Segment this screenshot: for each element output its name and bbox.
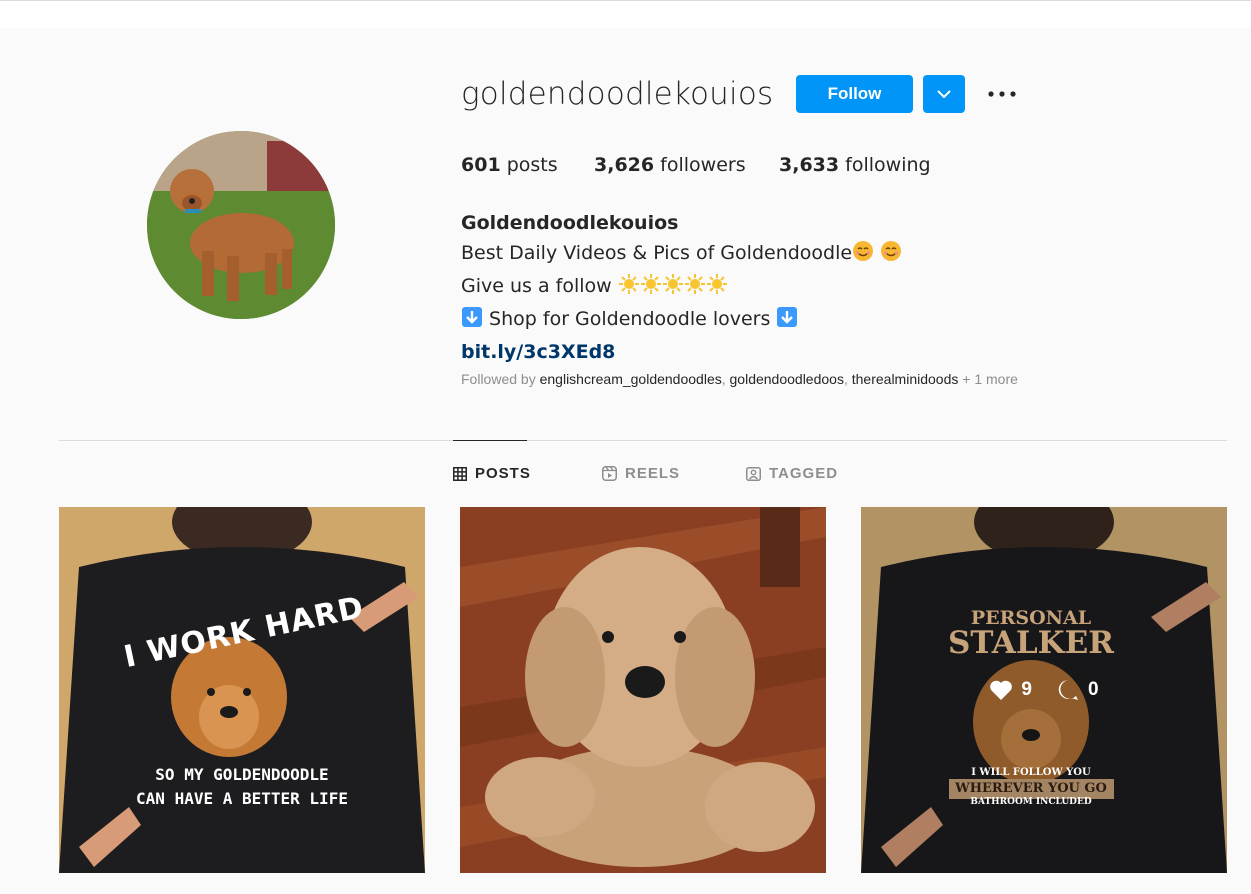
reels-icon <box>602 466 617 481</box>
grid-icon <box>453 466 467 481</box>
followed-by-account[interactable]: goldendoodledoos <box>730 371 844 387</box>
more-icon <box>988 91 1016 97</box>
follow-button[interactable]: Follow <box>796 75 913 113</box>
shirt-text: I WORK HARD <box>120 589 368 676</box>
post-tile[interactable] <box>460 507 826 873</box>
smiling-face-icon <box>852 240 874 271</box>
posts-count: 601 <box>461 154 501 176</box>
sun-icon <box>618 273 728 304</box>
shirt-text: SO MY GOLDENDOODLE <box>155 765 329 784</box>
display-name: Goldendoodlekouios <box>461 212 679 234</box>
likes-count: 9 <box>989 679 1032 701</box>
smiling-face-icon <box>880 240 902 271</box>
tab-tagged[interactable]: TAGGED <box>746 465 838 482</box>
tab-posts[interactable]: POSTS <box>453 465 531 482</box>
comment-icon <box>1058 680 1078 700</box>
tab-reels[interactable]: REELS <box>602 465 680 482</box>
post-tile[interactable]: PERSONAL STALKER I WILL FOLLOW YOU WHERE… <box>861 507 1227 873</box>
followers-stat[interactable]: 3,626 followers <box>594 154 779 176</box>
top-bar <box>0 0 1251 28</box>
active-tab-indicator <box>453 440 527 441</box>
suggested-dropdown-button[interactable] <box>923 75 965 113</box>
profile-bio: Goldendoodlekouios Best Daily Videos & P… <box>461 208 902 367</box>
profile-link[interactable]: bit.ly/3c3XEd8 <box>461 337 902 367</box>
bio-line-3: Shop for Goldendoodle lovers <box>461 304 902 337</box>
posts-stat: 601 posts <box>461 154 594 176</box>
profile-avatar[interactable] <box>147 131 335 319</box>
bio-line-2: Give us a follow <box>461 271 902 304</box>
post-hover-overlay[interactable]: 9 0 <box>861 507 1227 873</box>
followers-label: followers <box>660 154 746 176</box>
tabs-divider <box>59 440 1227 441</box>
down-arrow-icon <box>776 306 798 337</box>
followed-by[interactable]: Followed by englishcream_goldendoodles, … <box>461 371 1018 387</box>
following-stat[interactable]: 3,633 following <box>779 154 931 176</box>
down-arrow-icon <box>461 306 483 337</box>
more-options-button[interactable] <box>985 82 1019 106</box>
followed-by-account[interactable]: englishcream_goldendoodles <box>540 371 722 387</box>
followers-count: 3,626 <box>594 154 655 176</box>
tagged-icon <box>746 467 761 481</box>
profile-username: goldendoodlekouios <box>461 76 774 112</box>
posts-label: posts <box>506 154 558 176</box>
followed-more[interactable]: + 1 more <box>962 371 1018 387</box>
comments-count: 0 <box>1056 678 1099 702</box>
post-tile[interactable]: I WORK HARD SO MY GOLDENDOODLE CAN HAVE … <box>59 507 425 873</box>
profile-stats: 601 posts 3,626 followers 3,633 followin… <box>461 154 931 176</box>
following-label: following <box>845 154 931 176</box>
chevron-down-icon <box>937 89 951 98</box>
heart-icon <box>990 680 1013 700</box>
followed-by-account[interactable]: therealminidoods <box>852 371 959 387</box>
following-count: 3,633 <box>779 154 840 176</box>
shirt-text: CAN HAVE A BETTER LIFE <box>136 789 348 808</box>
bio-line-1: Best Daily Videos & Pics of Goldendoodle <box>461 238 902 271</box>
